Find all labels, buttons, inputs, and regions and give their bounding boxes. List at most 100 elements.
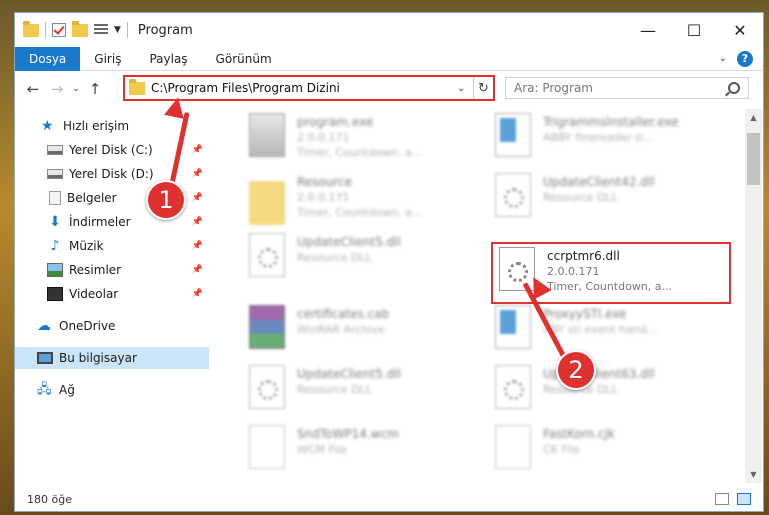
item-count: 180 öğe xyxy=(27,492,72,506)
sidebar-item-music[interactable]: ♪ Müzik 📌 xyxy=(15,235,209,257)
star-icon: ★ xyxy=(41,118,54,134)
explorer-window: ▼ Program — ☐ ✕ Dosya Giriş Paylaş Görün… xyxy=(14,12,764,512)
pin-icon[interactable]: 📌 xyxy=(192,217,203,227)
sidebar-item-network[interactable]: 🖧 Ağ xyxy=(15,379,209,401)
archive-icon xyxy=(249,305,285,349)
sidebar-item-label: Hızlı erişim xyxy=(63,119,130,133)
status-bar: 180 öğe xyxy=(15,487,763,511)
scrollbar-thumb[interactable] xyxy=(747,133,760,185)
chevron-down-icon[interactable]: ⌄ xyxy=(719,53,727,64)
vertical-scrollbar[interactable]: ▲ ▼ xyxy=(745,109,762,483)
sidebar-item-label: Müzik xyxy=(69,239,104,253)
dll-gear-icon xyxy=(495,173,531,217)
file-item[interactable]: program.exe 2.0.0.171 Timer, Countdown, … xyxy=(249,113,489,167)
pin-icon[interactable]: 📌 xyxy=(192,241,203,251)
document-icon xyxy=(49,191,61,205)
file-item[interactable]: Trigrammslnstaller.exe ABBY finereader t… xyxy=(495,113,735,167)
tab-view[interactable]: Görünüm xyxy=(202,52,286,66)
toolbar-divider xyxy=(126,22,128,38)
title-bar: ▼ Program — ☐ ✕ xyxy=(15,13,763,47)
file-description: WinRAR Archive xyxy=(297,323,385,336)
minimize-button[interactable]: — xyxy=(625,13,671,47)
pin-icon[interactable]: 📌 xyxy=(192,169,203,179)
new-folder-icon[interactable] xyxy=(72,20,88,37)
maximize-button[interactable]: ☐ xyxy=(671,13,717,47)
sidebar-item-videos[interactable]: Videolar 📌 xyxy=(15,283,209,305)
sidebar-item-label: İndirmeler xyxy=(69,215,131,229)
drive-icon xyxy=(47,169,63,179)
folder-icon xyxy=(129,78,145,95)
file-item[interactable]: SndToWP14.wcm WCM File xyxy=(249,425,489,479)
file-description: ABY sti event hand... xyxy=(543,323,658,336)
sidebar-item-label: Yerel Disk (D:) xyxy=(69,167,154,181)
file-item[interactable]: UpdateClient5.dll Resource DLL xyxy=(249,233,489,287)
sidebar-item-local-disk-d[interactable]: Yerel Disk (D:) 📌 xyxy=(15,163,209,185)
up-arrow-icon[interactable]: ↑ xyxy=(83,80,107,98)
forward-arrow-icon[interactable]: → xyxy=(45,80,69,98)
blank-file-icon xyxy=(249,425,285,469)
file-name: SndToWP14.wcm xyxy=(297,427,399,441)
application-icon xyxy=(495,305,531,349)
annotation-badge-1: 1 xyxy=(146,180,186,220)
back-arrow-icon[interactable]: ← xyxy=(21,80,45,98)
file-item[interactable]: FastKorn.cjk CK File xyxy=(495,425,735,479)
file-item[interactable]: ProxyySTI.exe ABY sti event hand... xyxy=(495,305,735,359)
search-input[interactable] xyxy=(506,81,728,95)
close-button[interactable]: ✕ xyxy=(717,13,763,47)
file-name: UpdateClient5.dll xyxy=(297,367,401,381)
file-item[interactable]: UpdateClient63.dll Resource DLL xyxy=(495,365,735,419)
large-icons-view-icon[interactable] xyxy=(737,493,751,505)
file-name: program.exe xyxy=(297,115,374,129)
sidebar-item-label: Videolar xyxy=(69,287,119,301)
highlight-box xyxy=(491,242,731,304)
scroll-up-icon[interactable]: ▲ xyxy=(745,109,762,126)
dll-gear-icon xyxy=(495,365,531,409)
annotation-badge-2: 2 xyxy=(556,350,596,390)
pin-icon[interactable]: 📌 xyxy=(192,289,203,299)
toolbar-divider xyxy=(45,22,46,38)
file-name: UpdateClient42.dll xyxy=(543,175,655,189)
properties-icon[interactable] xyxy=(94,24,108,36)
search-box[interactable] xyxy=(505,77,749,99)
tab-home[interactable]: Giriş xyxy=(80,52,135,66)
music-note-icon: ♪ xyxy=(50,238,60,254)
tab-share[interactable]: Paylaş xyxy=(135,52,201,66)
file-description: Resource DLL xyxy=(543,191,618,204)
pin-icon[interactable]: 📌 xyxy=(192,145,203,155)
file-item[interactable]: certificates.cab WinRAR Archive xyxy=(249,305,489,359)
file-item[interactable]: UpdateClient5.dll Resource DLL xyxy=(249,365,489,419)
sidebar-item-pictures[interactable]: Resimler 📌 xyxy=(15,259,209,281)
customize-toolbar-dropdown-icon[interactable]: ▼ xyxy=(114,25,121,35)
file-name: certificates.cab xyxy=(297,307,390,321)
file-description: Timer, Countdown, a... xyxy=(297,206,423,219)
pin-icon[interactable]: 📌 xyxy=(192,265,203,275)
file-name: Trigrammslnstaller.exe xyxy=(543,115,679,129)
sidebar-item-onedrive[interactable]: ☁ OneDrive xyxy=(15,315,209,337)
file-description: Resource DLL xyxy=(297,383,372,396)
sidebar-item-label: Yerel Disk (C:) xyxy=(69,143,153,157)
quick-access-toolbar: ▼ xyxy=(15,20,128,38)
address-dropdown-icon[interactable]: ⌄ xyxy=(457,83,473,94)
address-path[interactable]: C:\Program Files\Program Dizini xyxy=(151,81,457,95)
file-item[interactable]: UpdateClient42.dll Resource DLL xyxy=(495,173,735,227)
file-name: UpdateClient5.dll xyxy=(297,235,401,249)
dll-gear-icon xyxy=(249,233,285,277)
search-icon[interactable] xyxy=(728,82,740,94)
file-description: Resource DLL xyxy=(297,251,372,264)
refresh-icon[interactable]: ↻ xyxy=(473,77,493,99)
sidebar-item-label: Resimler xyxy=(69,263,122,277)
properties-check-icon[interactable] xyxy=(52,23,66,37)
folder-icon[interactable] xyxy=(23,20,39,37)
sidebar-item-this-pc[interactable]: Bu bilgisayar xyxy=(15,347,209,369)
scroll-down-icon[interactable]: ▼ xyxy=(745,466,762,483)
tab-file[interactable]: Dosya xyxy=(15,46,81,71)
pin-icon[interactable]: 📌 xyxy=(192,193,203,203)
recent-locations-chevron-icon[interactable]: ⌄ xyxy=(69,84,83,94)
help-icon[interactable]: ? xyxy=(737,50,753,67)
application-icon xyxy=(495,113,531,157)
file-item[interactable]: Resource 2.0.0.171 Timer, Countdown, a..… xyxy=(249,173,489,227)
address-row: ← → ⌄ ↑ C:\Program Files\Program Dizini … xyxy=(15,72,763,106)
details-view-icon[interactable] xyxy=(715,493,729,505)
sidebar-item-label: Ağ xyxy=(59,383,75,397)
sidebar-item-label: Bu bilgisayar xyxy=(59,351,137,365)
